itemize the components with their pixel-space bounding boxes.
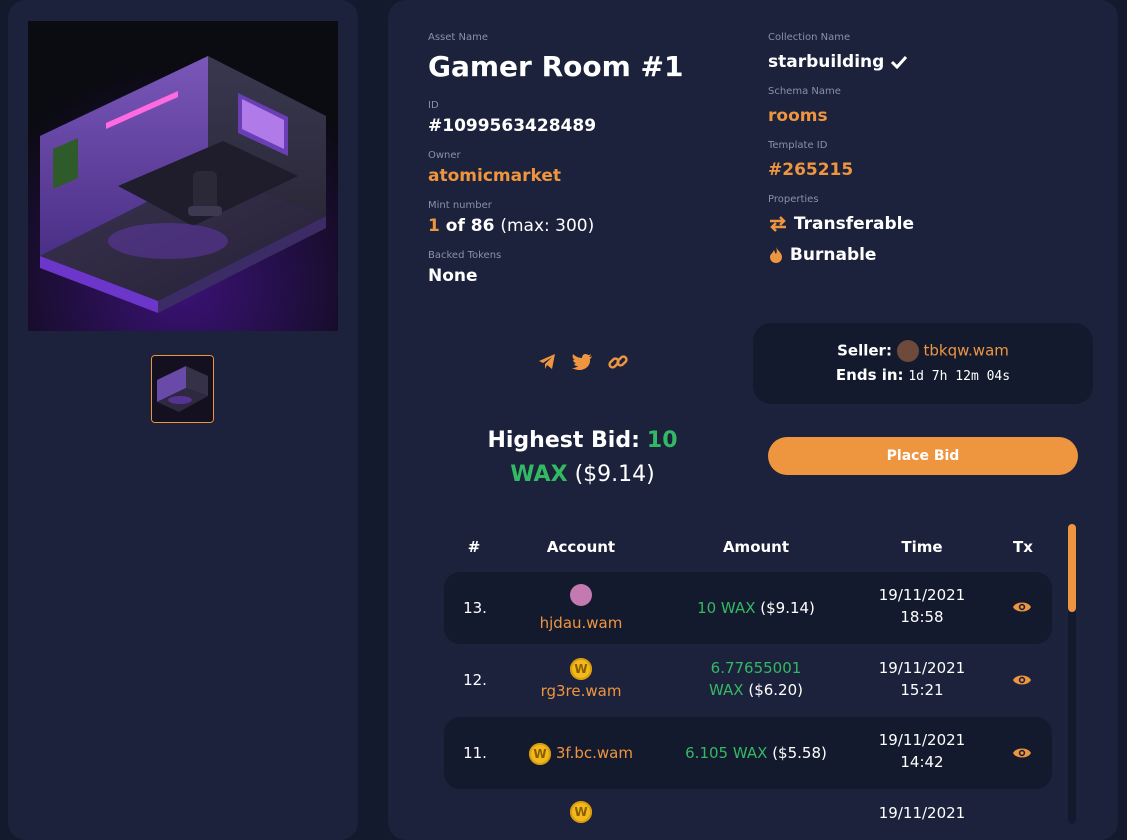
- row-account[interactable]: W 3f.bc.wam: [510, 742, 652, 765]
- place-bid-button[interactable]: Place Bid: [768, 437, 1078, 475]
- fire-icon: [770, 247, 782, 263]
- asset-image[interactable]: [28, 21, 338, 331]
- col-header-tx: Tx: [1013, 538, 1033, 556]
- wax-avatar-icon: W: [529, 742, 552, 765]
- schema-link[interactable]: rooms: [768, 106, 828, 126]
- backed-tokens: None: [428, 266, 478, 286]
- row-amount: 6.77655001 WAX ($6.20): [670, 657, 842, 701]
- row-clock: 18:58: [900, 608, 944, 626]
- mint-label: Mint number: [428, 200, 492, 211]
- row-account[interactable]: W: [510, 800, 652, 823]
- twitter-icon: [572, 354, 592, 370]
- mint-supply: of 86: [445, 216, 495, 236]
- seller-box: [753, 323, 1093, 404]
- row-clock: 15:21: [900, 681, 944, 699]
- asset-id: #1099563428489: [428, 116, 597, 136]
- properties-label: Properties: [768, 194, 819, 205]
- col-header-number: #: [467, 538, 481, 556]
- row-date: 19/11/2021: [878, 731, 966, 749]
- schema-label: Schema Name: [768, 86, 841, 97]
- row-amount: 10 WAX ($9.14): [670, 597, 842, 619]
- row-date: 19/11/2021: [878, 804, 966, 822]
- highest-bid-label: Highest Bid:: [487, 428, 640, 453]
- amount-usd: ($5.58): [772, 744, 827, 762]
- countdown: 1d 7h 12m 04s: [908, 369, 1011, 384]
- col-header-amount: Amount: [722, 538, 790, 556]
- row-account[interactable]: W rg3re.wam: [510, 657, 652, 702]
- share-twitter[interactable]: [571, 352, 593, 372]
- asset-thumbnail[interactable]: [151, 355, 214, 423]
- asset-name: Gamer Room #1: [428, 50, 684, 83]
- view-tx-button[interactable]: [1012, 745, 1032, 764]
- highest-bid: Highest Bid: 10 WAX ($9.14): [440, 424, 725, 492]
- account-name: rg3re.wam: [540, 682, 622, 700]
- backed-label: Backed Tokens: [428, 250, 502, 261]
- eye-icon: [1013, 748, 1031, 758]
- eye-icon: [1013, 602, 1031, 612]
- mint-max: (max: 300): [500, 216, 595, 236]
- col-header-account: Account: [546, 538, 616, 556]
- row-time: 19/11/2021 15:21: [872, 657, 972, 701]
- amount-wax: 6.77655001: [710, 659, 802, 677]
- amount-currency: WAX: [709, 681, 744, 699]
- highest-bid-currency: WAX: [510, 462, 568, 487]
- seller-avatar: [896, 340, 919, 362]
- share-telegram[interactable]: [537, 352, 557, 372]
- highest-bid-amount: 10: [646, 428, 678, 453]
- wax-avatar-icon: W: [570, 801, 592, 823]
- seller-link[interactable]: tbkqw.wam: [924, 342, 1009, 360]
- link-icon: [608, 355, 628, 369]
- amount-usd: ($6.20): [748, 681, 803, 699]
- row-number: 13.: [463, 599, 487, 617]
- property-burnable: Burnable: [768, 245, 876, 265]
- mint-number: 1 of 86 (max: 300): [428, 216, 594, 236]
- seller-line: Seller: tbkqw.wam: [753, 340, 1093, 362]
- property-transferable-label: Transferable: [793, 214, 915, 234]
- amount-wax: 6.105 WAX: [685, 744, 768, 762]
- verified-check-icon: [891, 55, 908, 70]
- row-amount: 6.105 WAX ($5.58): [670, 742, 842, 764]
- row-clock: 14:42: [900, 753, 944, 771]
- owner-link[interactable]: atomicmarket: [428, 166, 561, 186]
- view-tx-button[interactable]: [1012, 599, 1032, 618]
- row-number: 11.: [463, 744, 487, 762]
- id-label: ID: [428, 100, 439, 111]
- collection-label: Collection Name: [768, 32, 851, 43]
- col-header-time: Time: [901, 538, 943, 556]
- asset-name-label: Asset Name: [428, 32, 489, 43]
- seller-label: Seller:: [837, 341, 892, 360]
- row-time: 19/11/2021 14:42: [872, 729, 972, 773]
- collection-link[interactable]: starbuilding: [768, 52, 908, 72]
- row-date: 19/11/2021: [878, 586, 966, 604]
- amount-usd: ($9.14): [760, 599, 815, 617]
- row-date: 19/11/2021: [878, 659, 966, 677]
- ends-line: Ends in: 1d 7h 12m 04s: [753, 366, 1093, 384]
- share-link[interactable]: [608, 352, 628, 372]
- row-number: 12.: [463, 671, 487, 689]
- ends-label: Ends in:: [835, 366, 904, 384]
- view-tx-button[interactable]: [1012, 672, 1032, 691]
- amount-wax: 10 WAX: [697, 599, 756, 617]
- telegram-icon: [539, 354, 555, 369]
- owner-label: Owner: [428, 150, 461, 161]
- row-time: 19/11/2021 18:58: [872, 584, 972, 628]
- template-link[interactable]: #265215: [768, 160, 853, 180]
- account-name: 3f.bc.wam: [555, 744, 633, 762]
- property-transferable: Transferable: [768, 214, 914, 234]
- account-avatar: [570, 584, 592, 606]
- mint-index: 1: [428, 216, 440, 236]
- row-account[interactable]: hjdau.wam: [510, 584, 652, 634]
- transfer-arrows-icon: [770, 216, 786, 232]
- account-name: hjdau.wam: [539, 614, 623, 632]
- template-label: Template ID: [768, 140, 828, 151]
- collection-name: starbuilding: [768, 52, 885, 72]
- property-burnable-label: Burnable: [789, 245, 877, 265]
- highest-bid-usd: ($9.14): [574, 462, 655, 487]
- eye-icon: [1013, 675, 1031, 685]
- bids-scrollbar-thumb[interactable]: [1068, 524, 1076, 612]
- wax-avatar-icon: W: [570, 658, 592, 680]
